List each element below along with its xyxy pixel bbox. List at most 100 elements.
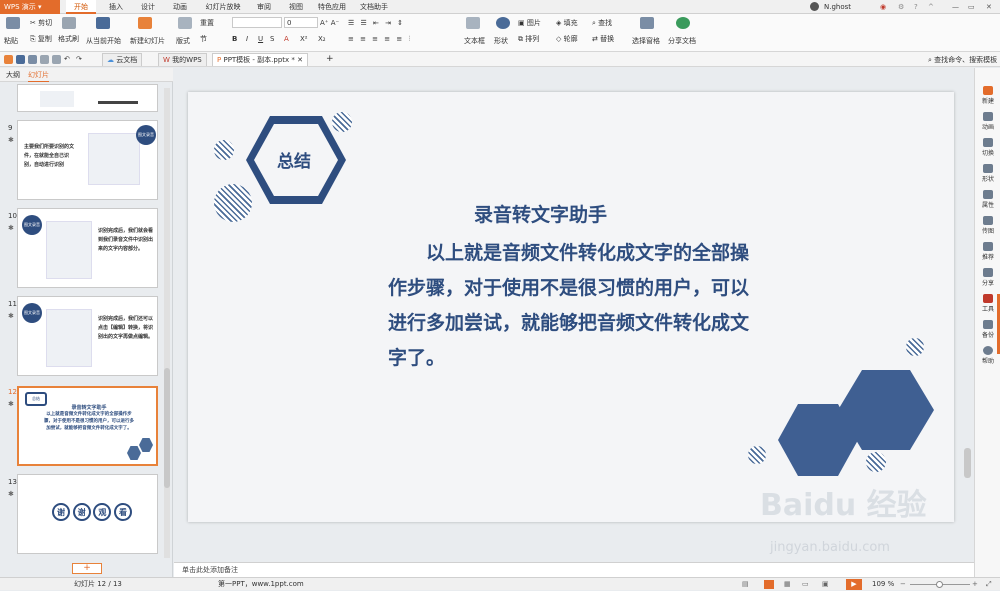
- rp-transition[interactable]: 切换: [975, 138, 1000, 157]
- zoom-slider-handle[interactable]: [936, 581, 943, 588]
- shape-icon[interactable]: [496, 17, 510, 29]
- selection-pane-icon[interactable]: [640, 17, 654, 29]
- new-slide-button[interactable]: 新建幻灯片: [130, 36, 165, 46]
- slide-title[interactable]: 录音转文字助手: [474, 200, 607, 227]
- new-slide-icon[interactable]: [138, 17, 152, 29]
- app-menu-button[interactable]: WPS 演示 ▾: [0, 0, 60, 14]
- strike-button[interactable]: S: [270, 34, 274, 44]
- current-slide[interactable]: 总结 录音转文字助手 以上就是音频文件转化成文字的全部操作步骤，对于使用不是很习…: [188, 92, 954, 522]
- save-icon[interactable]: [16, 55, 25, 64]
- ribbon-toggle-icon[interactable]: ^: [928, 0, 934, 14]
- align-buttons[interactable]: ≡ ≡ ≡ ≡ ≡ ⫶: [348, 34, 412, 44]
- zoom-in-button[interactable]: +: [972, 578, 978, 591]
- print-icon[interactable]: [28, 55, 37, 64]
- slide-thumb-10[interactable]: 图文录音 识别完成后，我们就会看到我们录音文件中识别出来的文字内容部分。: [17, 208, 158, 288]
- notes-area[interactable]: 单击此处添加备注: [174, 562, 974, 577]
- user-name[interactable]: N.ghost: [824, 0, 851, 14]
- slide-thumb-8[interactable]: [17, 84, 158, 112]
- close-tab-icon[interactable]: ✕: [297, 56, 303, 64]
- superscript-button[interactable]: X²: [300, 34, 308, 44]
- cut-button[interactable]: ✂ 剪切: [30, 18, 52, 28]
- rp-animation[interactable]: 动画: [975, 112, 1000, 131]
- rp-recommend[interactable]: 推荐: [975, 242, 1000, 261]
- picture-button[interactable]: ▣ 图片: [518, 18, 541, 28]
- font-name-select[interactable]: [232, 17, 282, 28]
- layout-icon[interactable]: [178, 17, 192, 29]
- preview-icon[interactable]: [40, 55, 49, 64]
- minimize-icon[interactable]: —: [952, 0, 959, 14]
- zoom-out-button[interactable]: −: [900, 578, 906, 591]
- sorter-view-icon[interactable]: ▦: [784, 578, 791, 591]
- tab-doc-assistant[interactable]: 文档助手: [356, 0, 392, 14]
- play-slideshow-button[interactable]: ▶: [846, 579, 862, 590]
- paste-button[interactable]: 粘贴: [4, 36, 18, 46]
- share-doc-button[interactable]: 分享文档: [668, 36, 696, 46]
- tab-animation[interactable]: 动画: [168, 0, 192, 14]
- avatar[interactable]: [810, 2, 819, 11]
- font-color-button[interactable]: A: [284, 34, 289, 44]
- close-icon[interactable]: ✕: [986, 0, 992, 14]
- slide-thumb-9[interactable]: 主要我们所要识别的文件，在就能全自己识别，自动进行识别 图文录音: [17, 120, 158, 200]
- add-slide-button[interactable]: +: [72, 563, 102, 574]
- tab-insert[interactable]: 插入: [104, 0, 128, 14]
- rp-share[interactable]: 分享: [975, 268, 1000, 287]
- rp-properties[interactable]: 属性: [975, 190, 1000, 209]
- format-painter-button[interactable]: 格式刷: [58, 34, 79, 44]
- canvas-scrollbar-thumb[interactable]: [964, 448, 971, 478]
- skin-icon[interactable]: ◉: [880, 0, 886, 14]
- bold-button[interactable]: B: [232, 34, 237, 44]
- textbox-button[interactable]: 文本框: [464, 36, 485, 46]
- share-icon[interactable]: [676, 17, 690, 29]
- replace-button[interactable]: ⇄ 替换: [592, 34, 614, 44]
- notes-view-icon[interactable]: ▣: [822, 578, 829, 591]
- tab-review[interactable]: 审阅: [252, 0, 276, 14]
- comment-icon[interactable]: ▤: [742, 578, 749, 591]
- fill-button[interactable]: ◈ 填充: [556, 18, 578, 28]
- tab-slides[interactable]: 幻灯片: [28, 68, 49, 82]
- slide-thumb-12[interactable]: 总结 录音转文字助手 以上就是音频文件转化成文字的全部操作步骤，对于使用不是很习…: [17, 386, 158, 466]
- paste-icon[interactable]: [6, 17, 20, 29]
- section-button[interactable]: 节: [200, 34, 207, 44]
- find-button[interactable]: ⌕ 查找: [592, 18, 612, 28]
- slide-thumb-11[interactable]: 图文录音 识别完成后，我们还可以点击【编辑】转换，将识别出的文字再做点编辑。: [17, 296, 158, 376]
- copy-button[interactable]: ⎘ 复制: [30, 34, 52, 44]
- selection-pane-button[interactable]: 选择窗格: [632, 36, 660, 46]
- shape-button[interactable]: 形状: [494, 36, 508, 46]
- rp-upload-image[interactable]: 传图: [975, 216, 1000, 235]
- tab-home[interactable]: 开始: [66, 0, 96, 14]
- subscript-button[interactable]: X₂: [318, 34, 326, 44]
- reset-button[interactable]: 重置: [200, 18, 214, 28]
- open-icon[interactable]: [4, 55, 13, 64]
- slide-thumb-13[interactable]: 谢 谢 观 看: [17, 474, 158, 554]
- tab-slideshow[interactable]: 幻灯片放映: [200, 0, 246, 14]
- tab-design[interactable]: 设计: [136, 0, 160, 14]
- italic-button[interactable]: I: [246, 34, 248, 44]
- outline-button[interactable]: ◇ 轮廓: [556, 34, 578, 44]
- slide-body-text[interactable]: 以上就是音频文件转化成文字的全部操作步骤，对于使用不是很习惯的用户，可以进行多加…: [388, 236, 758, 376]
- doctab-current-file[interactable]: P PPT模板 - 副本.pptx * ✕: [212, 53, 308, 66]
- list-buttons[interactable]: ☰ ☰ ⇤ ⇥ ⇕: [348, 18, 405, 28]
- doctab-mywps[interactable]: W 我的WPS: [158, 53, 207, 66]
- reading-view-icon[interactable]: ▭: [802, 578, 809, 591]
- rp-new[interactable]: 新建: [975, 86, 1000, 105]
- play-from-current-icon[interactable]: [96, 17, 110, 29]
- grow-font-button[interactable]: A⁺ A⁻: [320, 18, 339, 28]
- underline-button[interactable]: U: [258, 34, 263, 44]
- undo-icon[interactable]: ↶: [64, 54, 70, 64]
- textbox-icon[interactable]: [466, 17, 480, 29]
- doctab-cloud[interactable]: ☁ 云文档: [102, 53, 143, 66]
- panel-scrollbar[interactable]: [164, 88, 170, 558]
- fit-window-icon[interactable]: ⤢: [986, 578, 992, 591]
- tab-view[interactable]: 视图: [284, 0, 308, 14]
- layout-button[interactable]: 版式: [176, 36, 190, 46]
- font-size-select[interactable]: 0: [284, 17, 318, 28]
- from-current-button[interactable]: 从当前开始: [86, 36, 121, 46]
- tab-outline[interactable]: 大纲: [6, 68, 20, 82]
- arrange-button[interactable]: ⧉ 排列: [518, 34, 539, 44]
- scrollbar-thumb[interactable]: [164, 368, 170, 488]
- settings-icon[interactable]: ⚙: [898, 0, 904, 14]
- tab-special[interactable]: 特色应用: [314, 0, 350, 14]
- export-icon[interactable]: [52, 55, 61, 64]
- rp-shape[interactable]: 形状: [975, 164, 1000, 183]
- new-tab-icon[interactable]: +: [326, 54, 334, 64]
